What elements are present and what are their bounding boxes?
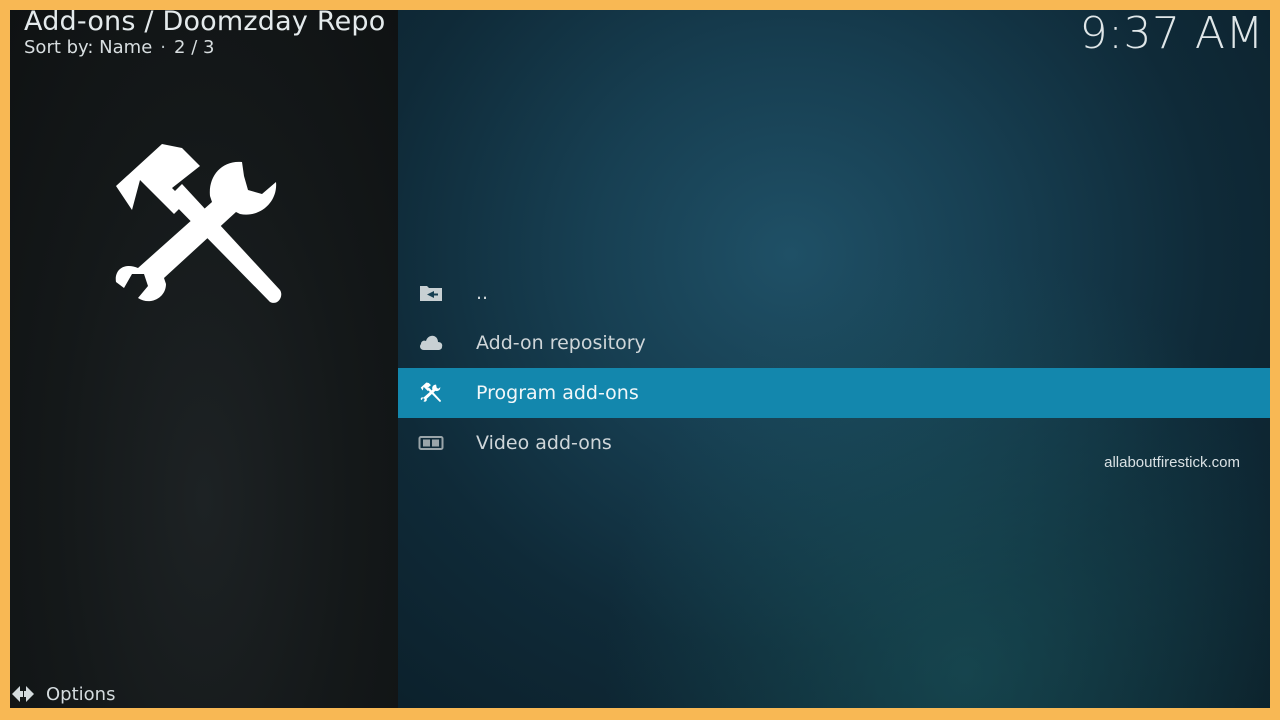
tools-icon bbox=[115, 144, 282, 303]
separator: · bbox=[160, 37, 167, 58]
sort-label[interactable]: Sort by: Name bbox=[24, 37, 152, 58]
options-label: Options bbox=[46, 683, 116, 705]
breadcrumb-title: Add-ons / Doomzday Repo bbox=[24, 10, 386, 37]
options-arrows-icon bbox=[10, 682, 36, 706]
kodi-window: Add-ons / Doomzday Repo Sort by: Name · 2 … bbox=[10, 10, 1270, 708]
cloud-icon bbox=[418, 332, 444, 354]
addon-menu: .. Add-on repository Program add-ons Vid… bbox=[398, 268, 1270, 468]
menu-item-label: Video add-ons bbox=[476, 432, 612, 454]
sort-status: Sort by: Name · 2 / 3 bbox=[24, 37, 214, 58]
item-position: 2 / 3 bbox=[174, 37, 215, 58]
menu-item-addon-repository[interactable]: Add-on repository bbox=[398, 318, 1270, 368]
options-button[interactable]: Options bbox=[10, 682, 115, 706]
folder-back-icon bbox=[418, 282, 444, 304]
left-panel bbox=[10, 10, 398, 708]
menu-item-program-addons[interactable]: Program add-ons bbox=[398, 368, 1270, 418]
watermark: allaboutfirestick.com bbox=[1104, 454, 1240, 471]
menu-item-label: .. bbox=[476, 282, 489, 304]
tools-icon bbox=[418, 382, 444, 404]
menu-item-parent[interactable]: .. bbox=[398, 268, 1270, 318]
video-icon bbox=[418, 432, 444, 454]
menu-item-label: Add-on repository bbox=[476, 332, 646, 354]
menu-item-label: Program add-ons bbox=[476, 382, 639, 404]
clock: 9:37 AM bbox=[1079, 10, 1264, 59]
